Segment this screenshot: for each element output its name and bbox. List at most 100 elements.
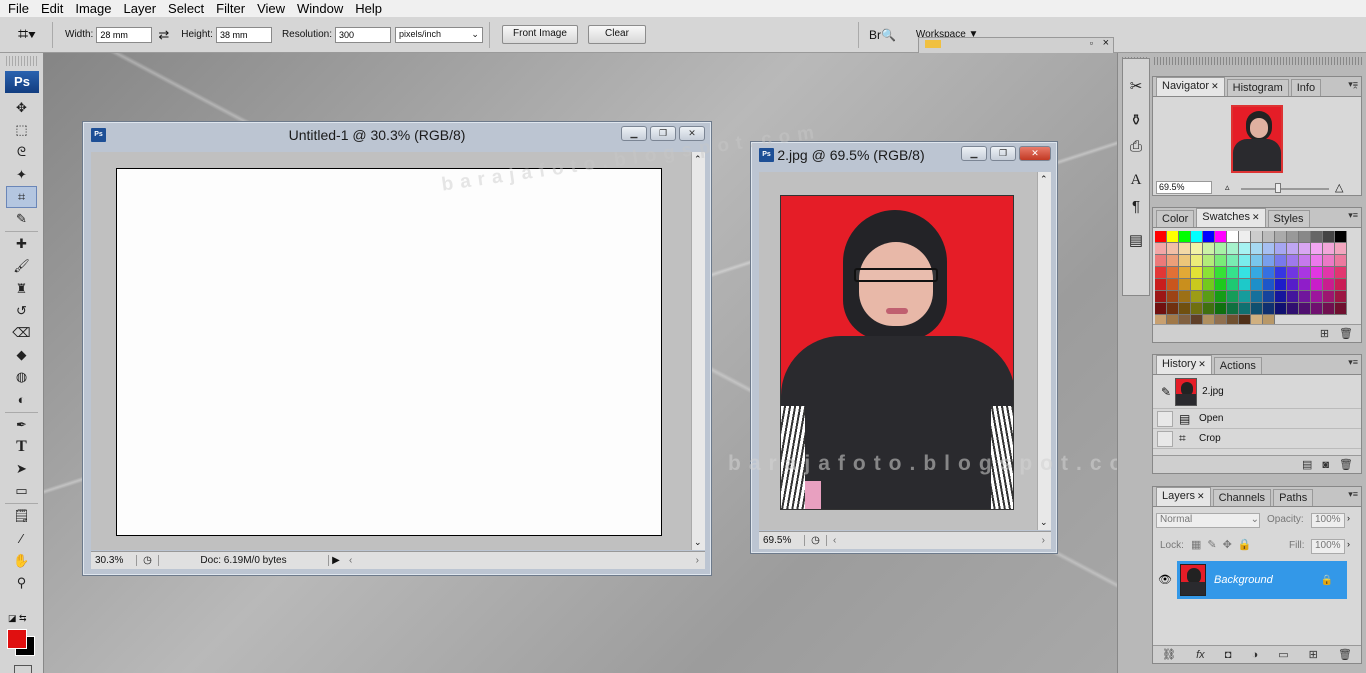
pen-tool-icon[interactable]: ✒ bbox=[0, 414, 43, 436]
tab-navigator[interactable]: Navigator ✕ bbox=[1156, 77, 1225, 96]
swatch[interactable] bbox=[1179, 255, 1191, 267]
horizontal-scrollbar[interactable]: ‹ › bbox=[827, 535, 1051, 546]
swatch[interactable] bbox=[1167, 291, 1179, 303]
scroll-right-icon[interactable]: › bbox=[696, 555, 699, 566]
swatch[interactable] bbox=[1299, 267, 1311, 279]
clone-stamp-tool-icon[interactable]: ♜ bbox=[0, 278, 43, 300]
document-titlebar[interactable]: Ps Untitled-1 @ 30.3% (RGB/8) ▁ ❐ ✕ bbox=[83, 122, 711, 148]
swatch[interactable] bbox=[1335, 279, 1347, 291]
menu-view[interactable]: View bbox=[251, 0, 291, 17]
swatch[interactable] bbox=[1227, 291, 1239, 303]
brushes-icon[interactable]: ⚱ bbox=[1123, 107, 1149, 133]
swatch[interactable] bbox=[1239, 279, 1251, 291]
swatch[interactable] bbox=[1203, 231, 1215, 243]
swatch[interactable] bbox=[1299, 291, 1311, 303]
swatch[interactable] bbox=[1191, 255, 1203, 267]
swatch[interactable] bbox=[1227, 231, 1239, 243]
swatch[interactable] bbox=[1203, 255, 1215, 267]
swatch[interactable] bbox=[1179, 243, 1191, 255]
blank-canvas[interactable] bbox=[116, 168, 662, 536]
swatch[interactable] bbox=[1335, 267, 1347, 279]
swatch[interactable] bbox=[1215, 267, 1227, 279]
swatch[interactable] bbox=[1179, 231, 1191, 243]
swatch[interactable] bbox=[1251, 279, 1263, 291]
front-image-button[interactable]: Front Image bbox=[501, 25, 578, 44]
swatch[interactable] bbox=[1239, 243, 1251, 255]
swatch[interactable] bbox=[1323, 291, 1335, 303]
swatch[interactable] bbox=[1287, 291, 1299, 303]
zoom-level[interactable]: 69.5% bbox=[759, 535, 805, 546]
swatch[interactable] bbox=[1215, 303, 1227, 315]
swatch-grid[interactable] bbox=[1155, 231, 1361, 327]
notes-tool-icon[interactable]: 🗒 bbox=[0, 505, 43, 527]
tab-paths[interactable]: Paths bbox=[1273, 489, 1314, 506]
zoom-in-icon[interactable]: △ bbox=[1335, 181, 1343, 194]
tab-actions[interactable]: Actions bbox=[1213, 357, 1262, 374]
restore-icon[interactable]: ▫ bbox=[1090, 38, 1093, 48]
horizontal-scrollbar[interactable]: ‹ › bbox=[343, 555, 705, 566]
layer-background[interactable]: 👁 Background 🔒 bbox=[1153, 561, 1347, 599]
tab-styles[interactable]: Styles bbox=[1267, 210, 1310, 227]
swatch[interactable] bbox=[1263, 279, 1275, 291]
bridge-icon[interactable]: Br🔍 bbox=[869, 28, 896, 42]
opacity-field[interactable]: 100% bbox=[1311, 513, 1345, 528]
swatch[interactable] bbox=[1335, 231, 1347, 243]
swatch[interactable] bbox=[1227, 267, 1239, 279]
close-icon[interactable]: ✕ bbox=[1211, 81, 1219, 91]
swatch[interactable] bbox=[1263, 231, 1275, 243]
add-mask-icon[interactable]: ◘ bbox=[1225, 649, 1232, 661]
tab-layers[interactable]: Layers ✕ bbox=[1156, 487, 1211, 506]
brush-tool-icon[interactable]: 🖌 bbox=[0, 255, 43, 277]
swatch[interactable] bbox=[1263, 303, 1275, 315]
menu-window[interactable]: Window bbox=[291, 0, 349, 17]
swatch[interactable] bbox=[1263, 255, 1275, 267]
close-icon[interactable]: ✕ bbox=[1198, 359, 1206, 369]
swatch[interactable] bbox=[1323, 279, 1335, 291]
swatch[interactable] bbox=[1227, 303, 1239, 315]
path-selection-tool-icon[interactable]: ➤ bbox=[0, 458, 43, 480]
link-icon[interactable]: ⛓ bbox=[1162, 648, 1176, 661]
height-input[interactable] bbox=[215, 26, 272, 43]
status-menu-icon[interactable]: ◷ bbox=[805, 535, 827, 546]
swatch[interactable] bbox=[1251, 303, 1263, 315]
swatch[interactable] bbox=[1299, 231, 1311, 243]
dock-grip[interactable] bbox=[1154, 57, 1362, 65]
close-icon[interactable]: ✕ bbox=[1252, 212, 1260, 222]
swatch[interactable] bbox=[1299, 243, 1311, 255]
swatch[interactable] bbox=[1311, 267, 1323, 279]
clone-source-icon[interactable]: ⎙ bbox=[1123, 133, 1149, 159]
swatch[interactable] bbox=[1155, 303, 1167, 315]
swatch[interactable] bbox=[1191, 267, 1203, 279]
swatch[interactable] bbox=[1191, 243, 1203, 255]
swatch[interactable] bbox=[1215, 255, 1227, 267]
eraser-tool-icon[interactable]: ⌫ bbox=[0, 322, 43, 344]
swatch[interactable] bbox=[1227, 243, 1239, 255]
swatch[interactable] bbox=[1299, 303, 1311, 315]
swatch[interactable] bbox=[1323, 255, 1335, 267]
swatch[interactable] bbox=[1227, 255, 1239, 267]
tab-channels[interactable]: Channels bbox=[1212, 489, 1272, 506]
swatch[interactable] bbox=[1239, 255, 1251, 267]
close-icon[interactable]: × bbox=[1103, 37, 1109, 49]
swatch[interactable] bbox=[1335, 255, 1347, 267]
scroll-up-icon[interactable]: ⌃ bbox=[1040, 174, 1048, 185]
swatch[interactable] bbox=[1275, 303, 1287, 315]
swatch[interactable] bbox=[1287, 255, 1299, 267]
swatch[interactable] bbox=[1323, 243, 1335, 255]
swatch[interactable] bbox=[1215, 279, 1227, 291]
slice-tool-icon[interactable]: ✎ bbox=[0, 208, 43, 230]
swatch[interactable] bbox=[1275, 267, 1287, 279]
new-group-icon[interactable]: ▭ bbox=[1278, 648, 1288, 661]
adjustment-layer-icon[interactable]: ◑ bbox=[1251, 649, 1258, 661]
scroll-left-icon[interactable]: ‹ bbox=[349, 555, 352, 566]
swatch[interactable] bbox=[1287, 243, 1299, 255]
crop-tool-icon[interactable]: ⌗ bbox=[6, 185, 37, 208]
history-item-open[interactable]: ▤ Open bbox=[1153, 409, 1361, 429]
swatch[interactable] bbox=[1155, 279, 1167, 291]
swatch[interactable] bbox=[1215, 243, 1227, 255]
swatch[interactable] bbox=[1227, 279, 1239, 291]
swatch[interactable] bbox=[1251, 255, 1263, 267]
move-tool-icon[interactable]: ✥ bbox=[0, 97, 43, 119]
swatch[interactable] bbox=[1167, 279, 1179, 291]
zoom-slider-track[interactable] bbox=[1241, 188, 1329, 190]
